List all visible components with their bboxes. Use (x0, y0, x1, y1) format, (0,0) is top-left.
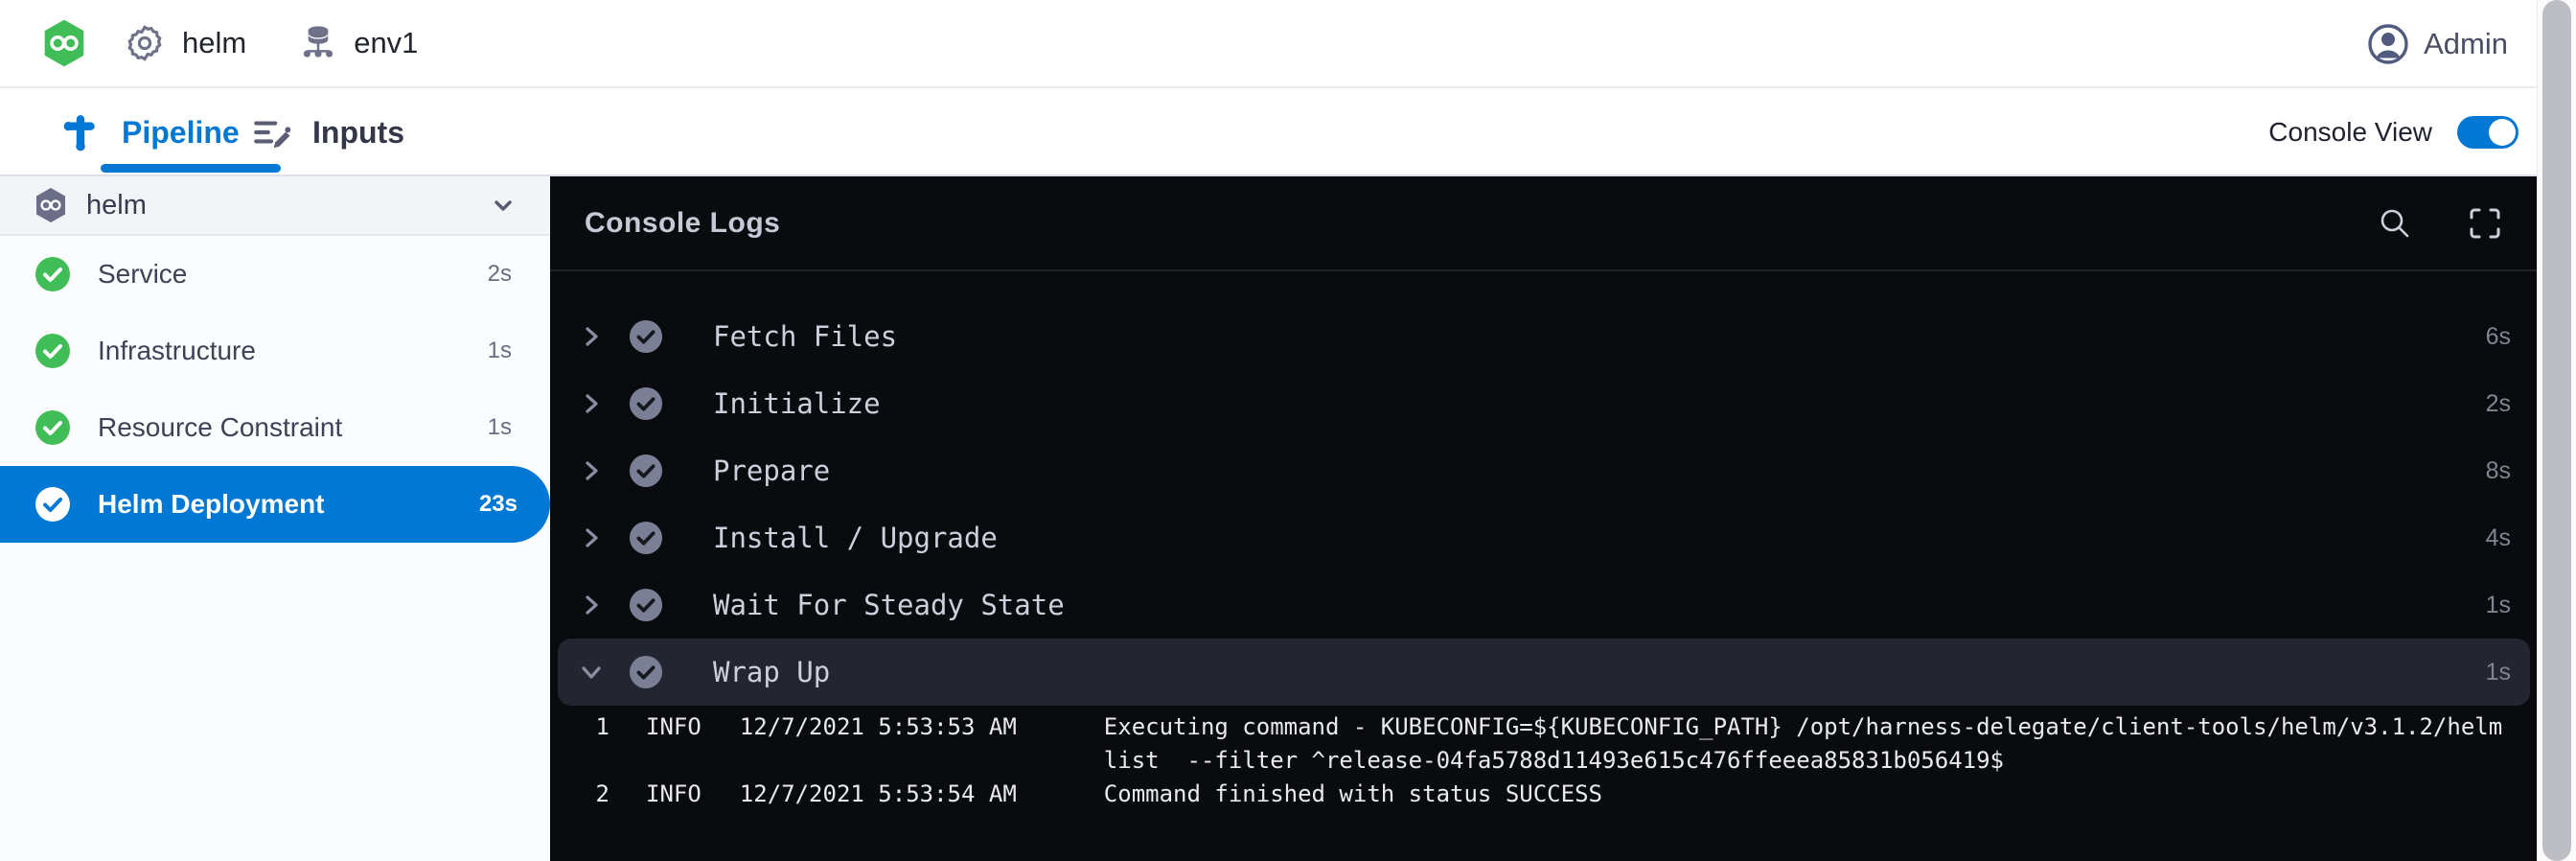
success-check-icon (629, 386, 663, 421)
service-chip: helm (125, 23, 246, 63)
console-step-row[interactable]: Prepare 8s (558, 437, 2530, 504)
search-button[interactable] (2377, 205, 2413, 242)
stage-duration: 1s (488, 414, 512, 441)
user-avatar-icon (2368, 24, 2408, 64)
log-row: 2 INFO 12/7/2021 5:53:54 AM Command fini… (550, 778, 2538, 811)
pipeline-hexagon-icon (34, 187, 67, 223)
top-bar: helm env1 Admin (0, 0, 2576, 88)
user-menu[interactable]: Admin (2368, 0, 2508, 88)
environment-name: env1 (354, 26, 418, 60)
step-label: Fetch Files (713, 320, 2486, 353)
chevron-right-icon[interactable] (579, 593, 604, 617)
stage-list: Service 2s Infrastructure 1s Resource Co… (0, 236, 550, 543)
tab-pipeline-label: Pipeline (122, 115, 240, 151)
console-step-row[interactable]: Wrap Up 1s (558, 639, 2530, 706)
gear-icon (125, 23, 165, 63)
chevron-right-icon[interactable] (579, 458, 604, 483)
scrollbar-thumb[interactable] (2542, 0, 2571, 861)
console-view-toggle[interactable] (2457, 116, 2518, 149)
success-check-icon (629, 521, 663, 555)
console-step-row[interactable]: Wait For Steady State 1s (558, 571, 2530, 639)
sidebar-stage-row[interactable]: Resource Constraint 1s (0, 389, 550, 466)
step-label: Wrap Up (713, 656, 2486, 688)
pipeline-header-row[interactable]: helm (0, 176, 550, 236)
console-step-row[interactable]: Initialize 2s (558, 370, 2530, 437)
step-duration: 1s (2486, 592, 2511, 619)
vertical-scrollbar (2537, 0, 2576, 861)
step-duration: 6s (2486, 323, 2511, 351)
success-check-icon (34, 409, 71, 446)
step-duration: 8s (2486, 457, 2511, 485)
stage-label: Helm Deployment (98, 489, 479, 520)
stage-label: Infrastructure (98, 336, 488, 366)
sidebar-stage-row[interactable]: Service 2s (0, 236, 550, 313)
service-name: helm (182, 26, 246, 60)
success-check-icon (629, 588, 663, 622)
step-label: Install / Upgrade (713, 522, 2486, 554)
console-step-row[interactable]: Install / Upgrade 4s (558, 504, 2530, 571)
step-label: Prepare (713, 454, 2486, 487)
chevron-right-icon[interactable] (579, 324, 604, 349)
stage-duration: 1s (488, 337, 512, 364)
pipeline-name: helm (86, 190, 489, 221)
console-view-label: Console View (2268, 117, 2432, 148)
log-line-number: 2 (588, 778, 610, 811)
step-label: Wait For Steady State (713, 589, 2486, 621)
success-check-icon (34, 486, 71, 523)
log-level: INFO (646, 778, 702, 811)
tab-inputs-label: Inputs (312, 115, 404, 151)
toggle-knob (2489, 119, 2516, 146)
chevron-right-icon[interactable] (579, 525, 604, 550)
search-icon (2377, 205, 2413, 242)
execution-sidebar: helm Service 2s Infrastructure 1s (0, 176, 550, 861)
fullscreen-button[interactable] (2467, 205, 2503, 242)
success-check-icon (629, 319, 663, 354)
stage-label: Resource Constraint (98, 412, 488, 443)
user-label: Admin (2424, 27, 2508, 61)
step-label: Initialize (713, 387, 2486, 420)
tab-inputs[interactable]: Inputs (251, 90, 404, 175)
success-check-icon (34, 256, 71, 292)
success-check-icon (34, 333, 71, 369)
chevron-right-icon[interactable] (579, 391, 604, 416)
console-logs-panel: Console Logs (550, 176, 2538, 861)
log-row: 1 INFO 12/7/2021 5:53:53 AM Executing co… (550, 710, 2538, 778)
log-line-number: 1 (588, 710, 610, 744)
log-level: INFO (646, 710, 702, 744)
chevron-down-icon[interactable] (489, 191, 518, 220)
service-hexagon-icon (42, 18, 86, 68)
environment-icon (300, 24, 336, 62)
console-logs-header: Console Logs (550, 176, 2538, 271)
content-area: helm Service 2s Infrastructure 1s (0, 176, 2576, 861)
log-timestamp: 12/7/2021 5:53:54 AM (740, 778, 1029, 811)
stage-duration: 23s (479, 491, 518, 518)
chevron-right-icon[interactable] (579, 660, 604, 685)
stage-duration: 2s (488, 261, 512, 288)
step-duration: 1s (2486, 659, 2511, 686)
pipeline-icon (60, 112, 101, 152)
sidebar-stage-row[interactable]: Helm Deployment 23s (0, 466, 550, 543)
environment-chip: env1 (300, 24, 418, 62)
log-message: Command finished with status SUCCESS (1104, 778, 2520, 811)
log-message: Executing command - KUBECONFIG=${KUBECON… (1104, 710, 2520, 778)
console-logs-title: Console Logs (585, 207, 2323, 240)
sidebar-stage-row[interactable]: Infrastructure 1s (0, 313, 550, 389)
step-duration: 2s (2486, 390, 2511, 418)
success-check-icon (629, 454, 663, 488)
console-step-row[interactable]: Fetch Files 6s (558, 303, 2530, 370)
fullscreen-icon (2467, 205, 2503, 242)
inputs-icon (251, 112, 291, 152)
step-duration: 4s (2486, 524, 2511, 552)
log-timestamp: 12/7/2021 5:53:53 AM (740, 710, 1029, 744)
step-list: Fetch Files 6s Initialize 2s (550, 271, 2538, 706)
tab-pipeline[interactable]: Pipeline (60, 90, 240, 175)
stage-label: Service (98, 259, 488, 290)
success-check-icon (629, 655, 663, 689)
log-lines: 1 INFO 12/7/2021 5:53:53 AM Executing co… (550, 710, 2538, 811)
tab-bar: Pipeline Inputs Console View (0, 90, 2576, 176)
